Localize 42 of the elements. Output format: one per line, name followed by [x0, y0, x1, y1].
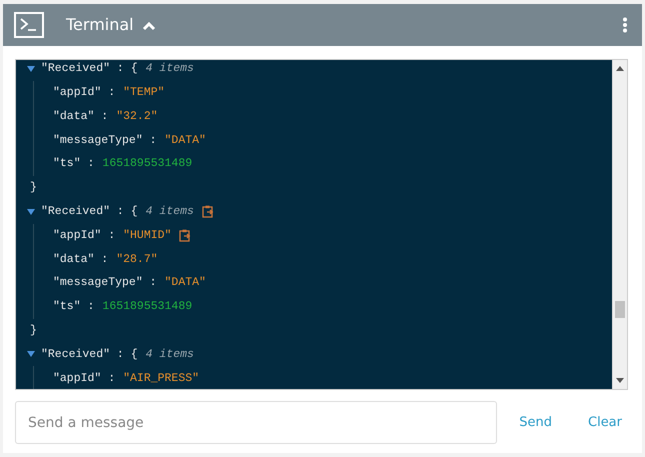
item-count: 4 items	[146, 346, 194, 363]
json-key: "appId" :	[53, 84, 116, 102]
json-key: "data" :	[53, 108, 108, 126]
more-options-icon[interactable]	[622, 17, 628, 33]
closing-brace: }	[30, 180, 37, 196]
json-key: "data" :	[53, 250, 108, 268]
item-count: 4 items	[146, 61, 194, 78]
collapse-icon[interactable]	[27, 351, 35, 358]
json-value: "DATA"	[164, 132, 206, 149]
collapse-icon[interactable]	[142, 20, 156, 31]
collapse-icon[interactable]	[27, 66, 35, 72]
json-key: "appId" :	[53, 370, 116, 387]
json-value: "DATA"	[164, 275, 206, 292]
json-value: "AIR_PRESS"	[123, 370, 200, 387]
json-key: "appId" :	[53, 226, 116, 244]
terminal-icon	[14, 12, 44, 38]
json-value: "28.7"	[116, 252, 158, 268]
clear-button[interactable]: Clear	[582, 408, 628, 436]
json-value: "HUMID"	[123, 228, 172, 244]
panel-title: Terminal	[66, 14, 134, 36]
scroll-down-icon[interactable]	[616, 378, 624, 383]
json-key: "Received" : {	[41, 60, 138, 78]
json-value: "TEMP"	[123, 85, 165, 102]
scroll-up-icon[interactable]	[616, 66, 624, 71]
message-field[interactable]: Send a message	[15, 401, 498, 444]
scrollbar[interactable]	[612, 60, 627, 389]
json-value: "32.2"	[116, 108, 158, 125]
json-key: "messageType" :	[53, 274, 157, 292]
copy-icon[interactable]	[179, 228, 192, 242]
collapse-icon[interactable]	[27, 208, 35, 215]
json-key: "messageType" :	[53, 132, 157, 149]
closing-brace: }	[30, 323, 37, 340]
json-key: "ts" :	[53, 298, 94, 316]
send-button[interactable]: Send	[513, 408, 558, 436]
json-key: "Received" : {	[41, 203, 138, 220]
scrollbar-thumb[interactable]	[615, 301, 625, 318]
copy-icon[interactable]	[202, 205, 214, 218]
json-key: "ts" :	[53, 155, 94, 173]
json-value: 1651895531489	[102, 299, 192, 316]
json-value: 1651895531489	[102, 156, 192, 172]
json-key: "Received" : {	[41, 346, 138, 364]
item-count: 4 items	[146, 204, 194, 220]
